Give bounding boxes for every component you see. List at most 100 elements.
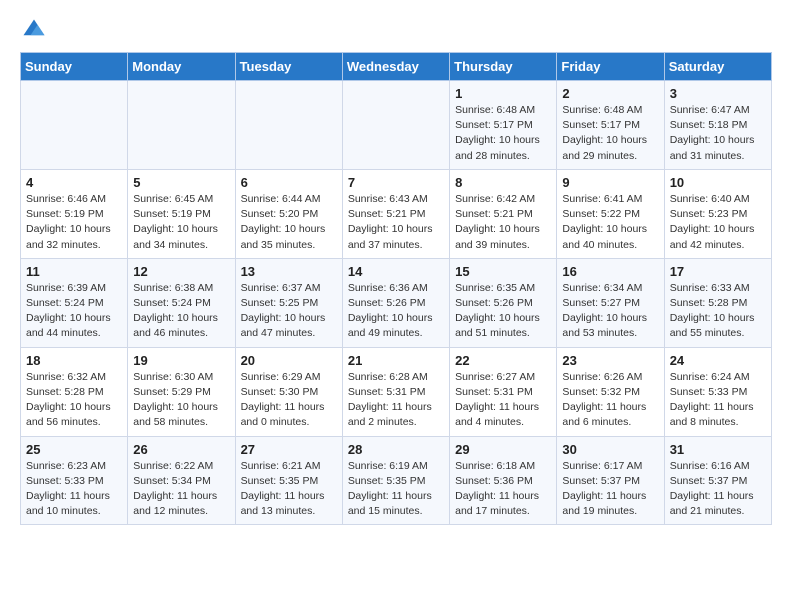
calendar-table: SundayMondayTuesdayWednesdayThursdayFrid… — [20, 52, 772, 525]
day-number: 9 — [562, 175, 658, 190]
day-info: Sunrise: 6:17 AM Sunset: 5:37 PM Dayligh… — [562, 459, 658, 520]
day-info: Sunrise: 6:48 AM Sunset: 5:17 PM Dayligh… — [455, 103, 551, 164]
day-number: 20 — [241, 353, 337, 368]
calendar-cell: 18Sunrise: 6:32 AM Sunset: 5:28 PM Dayli… — [21, 347, 128, 436]
calendar-cell: 9 Sunrise: 6:41 AM Sunset: 5:22 PM Daylig… — [557, 169, 664, 258]
day-info: Sunrise: 6:35 AM Sunset: 5:26 PM Dayligh… — [455, 281, 551, 342]
calendar-cell: 6 Sunrise: 6:44 AM Sunset: 5:20 PM Daylig… — [235, 169, 342, 258]
day-info: Sunrise: 6:38 AM Sunset: 5:24 PM Dayligh… — [133, 281, 229, 342]
day-info: Sunrise: 6:43 AM Sunset: 5:21 PM Dayligh… — [348, 192, 444, 253]
calendar-cell: 24Sunrise: 6:24 AM Sunset: 5:33 PM Dayli… — [664, 347, 771, 436]
calendar-week-2: 4 Sunrise: 6:46 AM Sunset: 5:19 PM Daylig… — [21, 169, 772, 258]
calendar-cell: 20 Sunrise: 6:29 AM Sunset: 5:30 PM Dayli… — [235, 347, 342, 436]
day-info: Sunrise: 6:32 AM Sunset: 5:28 PM Dayligh… — [26, 370, 122, 431]
day-number: 21 — [348, 353, 444, 368]
day-info: Sunrise: 6:19 AM Sunset: 5:35 PM Dayligh… — [348, 459, 444, 520]
weekday-header-row: SundayMondayTuesdayWednesdayThursdayFrid… — [21, 53, 772, 81]
day-number: 5 — [133, 175, 229, 190]
day-number: 1 — [455, 86, 551, 101]
calendar-cell: 2 Sunrise: 6:48 AM Sunset: 5:17 PM Daylig… — [557, 81, 664, 170]
day-number: 19 — [133, 353, 229, 368]
day-info: Sunrise: 6:18 AM Sunset: 5:36 PM Dayligh… — [455, 459, 551, 520]
calendar-cell: 23 Sunrise: 6:26 AM Sunset: 5:32 PM Dayli… — [557, 347, 664, 436]
calendar-cell: 7 Sunrise: 6:43 AM Sunset: 5:21 PM Daylig… — [342, 169, 449, 258]
calendar-week-4: 18Sunrise: 6:32 AM Sunset: 5:28 PM Dayli… — [21, 347, 772, 436]
day-info: Sunrise: 6:36 AM Sunset: 5:26 PM Dayligh… — [348, 281, 444, 342]
weekday-header-thursday: Thursday — [450, 53, 557, 81]
day-number: 23 — [562, 353, 658, 368]
day-info: Sunrise: 6:27 AM Sunset: 5:31 PM Dayligh… — [455, 370, 551, 431]
calendar-week-5: 25 Sunrise: 6:23 AM Sunset: 5:33 PM Dayli… — [21, 436, 772, 525]
calendar-cell: 27Sunrise: 6:21 AM Sunset: 5:35 PM Dayli… — [235, 436, 342, 525]
day-info: Sunrise: 6:16 AM Sunset: 5:37 PM Dayligh… — [670, 459, 766, 520]
day-number: 6 — [241, 175, 337, 190]
day-info: Sunrise: 6:28 AM Sunset: 5:31 PM Dayligh… — [348, 370, 444, 431]
day-number: 24 — [670, 353, 766, 368]
calendar-cell: 22 Sunrise: 6:27 AM Sunset: 5:31 PM Dayli… — [450, 347, 557, 436]
day-number: 7 — [348, 175, 444, 190]
calendar-cell: 30 Sunrise: 6:17 AM Sunset: 5:37 PM Dayli… — [557, 436, 664, 525]
day-info: Sunrise: 6:47 AM Sunset: 5:18 PM Dayligh… — [670, 103, 766, 164]
logo-icon — [20, 16, 48, 44]
calendar-cell: 10 Sunrise: 6:40 AM Sunset: 5:23 PM Dayli… — [664, 169, 771, 258]
calendar-cell — [21, 81, 128, 170]
calendar-cell: 29 Sunrise: 6:18 AM Sunset: 5:36 PM Dayli… — [450, 436, 557, 525]
day-number: 29 — [455, 442, 551, 457]
day-info: Sunrise: 6:39 AM Sunset: 5:24 PM Dayligh… — [26, 281, 122, 342]
day-info: Sunrise: 6:21 AM Sunset: 5:35 PM Dayligh… — [241, 459, 337, 520]
day-info: Sunrise: 6:46 AM Sunset: 5:19 PM Dayligh… — [26, 192, 122, 253]
day-number: 30 — [562, 442, 658, 457]
day-number: 11 — [26, 264, 122, 279]
calendar-cell: 1 Sunrise: 6:48 AM Sunset: 5:17 PM Daylig… — [450, 81, 557, 170]
day-info: Sunrise: 6:22 AM Sunset: 5:34 PM Dayligh… — [133, 459, 229, 520]
day-number: 26 — [133, 442, 229, 457]
day-number: 28 — [348, 442, 444, 457]
weekday-header-friday: Friday — [557, 53, 664, 81]
day-number: 2 — [562, 86, 658, 101]
calendar-cell: 12 Sunrise: 6:38 AM Sunset: 5:24 PM Dayli… — [128, 258, 235, 347]
calendar-cell: 14Sunrise: 6:36 AM Sunset: 5:26 PM Dayli… — [342, 258, 449, 347]
header — [20, 16, 772, 44]
calendar-cell — [235, 81, 342, 170]
calendar-cell: 26 Sunrise: 6:22 AM Sunset: 5:34 PM Dayli… — [128, 436, 235, 525]
day-info: Sunrise: 6:48 AM Sunset: 5:17 PM Dayligh… — [562, 103, 658, 164]
day-info: Sunrise: 6:44 AM Sunset: 5:20 PM Dayligh… — [241, 192, 337, 253]
calendar-cell: 25 Sunrise: 6:23 AM Sunset: 5:33 PM Dayli… — [21, 436, 128, 525]
day-number: 25 — [26, 442, 122, 457]
calendar-cell: 31 Sunrise: 6:16 AM Sunset: 5:37 PM Dayli… — [664, 436, 771, 525]
day-number: 12 — [133, 264, 229, 279]
day-info: Sunrise: 6:23 AM Sunset: 5:33 PM Dayligh… — [26, 459, 122, 520]
day-info: Sunrise: 6:42 AM Sunset: 5:21 PM Dayligh… — [455, 192, 551, 253]
day-number: 16 — [562, 264, 658, 279]
calendar-cell — [128, 81, 235, 170]
day-info: Sunrise: 6:26 AM Sunset: 5:32 PM Dayligh… — [562, 370, 658, 431]
day-info: Sunrise: 6:34 AM Sunset: 5:27 PM Dayligh… — [562, 281, 658, 342]
calendar-cell — [342, 81, 449, 170]
calendar-cell: 16 Sunrise: 6:34 AM Sunset: 5:27 PM Dayli… — [557, 258, 664, 347]
day-number: 4 — [26, 175, 122, 190]
calendar-cell: 3 Sunrise: 6:47 AM Sunset: 5:18 PM Daylig… — [664, 81, 771, 170]
calendar-cell: 8Sunrise: 6:42 AM Sunset: 5:21 PM Daylig… — [450, 169, 557, 258]
calendar-cell: 13Sunrise: 6:37 AM Sunset: 5:25 PM Dayli… — [235, 258, 342, 347]
day-number: 10 — [670, 175, 766, 190]
calendar-cell: 19Sunrise: 6:30 AM Sunset: 5:29 PM Dayli… — [128, 347, 235, 436]
calendar-cell: 21 Sunrise: 6:28 AM Sunset: 5:31 PM Dayli… — [342, 347, 449, 436]
calendar-week-1: 1 Sunrise: 6:48 AM Sunset: 5:17 PM Daylig… — [21, 81, 772, 170]
day-number: 17 — [670, 264, 766, 279]
weekday-header-tuesday: Tuesday — [235, 53, 342, 81]
day-number: 22 — [455, 353, 551, 368]
day-info: Sunrise: 6:33 AM Sunset: 5:28 PM Dayligh… — [670, 281, 766, 342]
calendar-week-3: 11 Sunrise: 6:39 AM Sunset: 5:24 PM Dayli… — [21, 258, 772, 347]
day-number: 13 — [241, 264, 337, 279]
calendar-cell: 4 Sunrise: 6:46 AM Sunset: 5:19 PM Daylig… — [21, 169, 128, 258]
day-info: Sunrise: 6:40 AM Sunset: 5:23 PM Dayligh… — [670, 192, 766, 253]
day-info: Sunrise: 6:41 AM Sunset: 5:22 PM Dayligh… — [562, 192, 658, 253]
calendar-cell: 15Sunrise: 6:35 AM Sunset: 5:26 PM Dayli… — [450, 258, 557, 347]
day-number: 3 — [670, 86, 766, 101]
calendar-cell: 17 Sunrise: 6:33 AM Sunset: 5:28 PM Dayli… — [664, 258, 771, 347]
calendar-cell: 28 Sunrise: 6:19 AM Sunset: 5:35 PM Dayli… — [342, 436, 449, 525]
day-number: 31 — [670, 442, 766, 457]
calendar-cell: 11 Sunrise: 6:39 AM Sunset: 5:24 PM Dayli… — [21, 258, 128, 347]
weekday-header-sunday: Sunday — [21, 53, 128, 81]
day-info: Sunrise: 6:29 AM Sunset: 5:30 PM Dayligh… — [241, 370, 337, 431]
